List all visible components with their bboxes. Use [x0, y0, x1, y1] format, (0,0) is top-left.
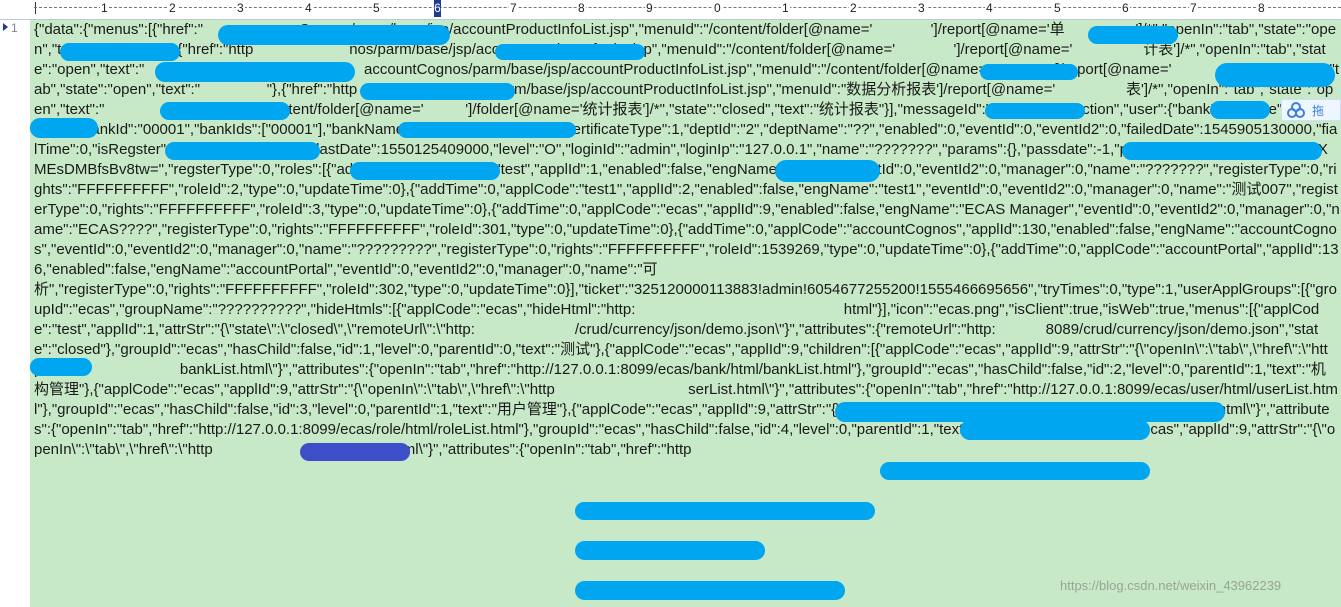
floating-button-label: 拖	[1312, 104, 1325, 118]
ruler-mark: 7	[1189, 1, 1198, 15]
redaction-mark	[300, 443, 410, 461]
ruler-mark: 9	[645, 1, 654, 15]
ruler-mark: 6	[1121, 1, 1130, 15]
ruler-mark: 2	[168, 1, 177, 15]
redaction-mark	[155, 62, 355, 82]
watermark: https://blog.csdn.net/weixin_43962239	[1060, 578, 1282, 593]
redaction-mark	[350, 162, 500, 180]
ruler-mark: 8	[1257, 1, 1266, 15]
redaction-mark	[165, 142, 320, 160]
redaction-mark	[1088, 26, 1178, 44]
redaction-mark	[218, 25, 450, 45]
ruler-mark: 4	[985, 1, 994, 15]
line-gutter: 1	[0, 20, 30, 607]
redaction-mark	[160, 102, 290, 120]
redaction-mark	[575, 502, 875, 520]
redaction-mark	[960, 420, 1150, 440]
redaction-mark	[985, 103, 1085, 119]
ruler-mark: 3	[236, 1, 245, 15]
redaction-mark	[1122, 142, 1322, 160]
redaction-mark	[495, 44, 645, 60]
ruler-mark: 5	[1053, 1, 1062, 15]
ruler-mark: 3	[917, 1, 926, 15]
column-ruler: 1 2 3 4 5 6 7 8 9 0 1 2 3 4 5 6 7 8	[0, 0, 1341, 20]
redaction-mark	[575, 581, 845, 600]
line-number: 1	[11, 21, 18, 35]
redaction-mark	[1215, 63, 1335, 87]
redaction-mark	[880, 462, 1150, 480]
ruler-mark: 1	[781, 1, 790, 15]
redaction-mark	[775, 160, 880, 182]
ruler-mark: 4	[304, 1, 313, 15]
redaction-mark	[60, 43, 180, 61]
floating-share-button[interactable]: 拖	[1281, 99, 1341, 121]
redaction-mark	[398, 122, 576, 138]
ruler-cursor-mark: 6	[434, 0, 441, 17]
code-text[interactable]: {"data":{"menus":[{"href":" Cognos/parm/…	[34, 20, 1340, 460]
ruler-mark: 5	[372, 1, 381, 15]
redaction-mark	[980, 64, 1078, 80]
redaction-mark	[1210, 101, 1270, 119]
ruler-mark: 7	[509, 1, 518, 15]
ruler-dashes	[34, 7, 1341, 9]
bookmark-arrow-icon[interactable]	[3, 23, 8, 31]
redaction-mark	[575, 541, 765, 560]
redaction-mark	[835, 402, 1225, 422]
cloud-share-icon	[1287, 102, 1305, 118]
ruler-mark: 1	[100, 1, 109, 15]
ruler-mark: 2	[849, 1, 858, 15]
redaction-mark	[30, 358, 92, 376]
redaction-mark	[360, 83, 515, 100]
redaction-mark	[30, 118, 98, 138]
ruler-mark: 8	[577, 1, 586, 15]
ruler-mark: 0	[713, 1, 722, 15]
